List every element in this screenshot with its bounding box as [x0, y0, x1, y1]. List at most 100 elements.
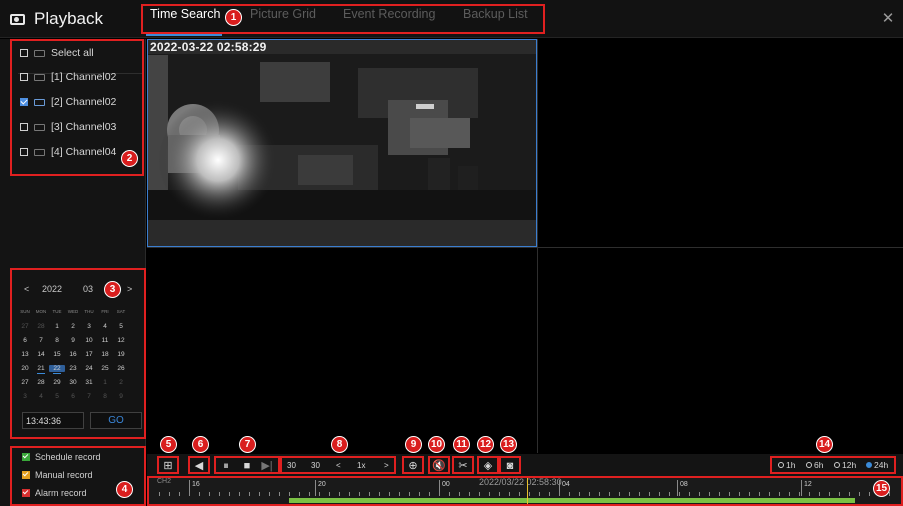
clip-button[interactable]: ✂ — [452, 456, 474, 474]
calendar-day[interactable]: 13 — [17, 351, 33, 358]
calendar-day[interactable]: 20 — [17, 365, 33, 372]
calendar-day[interactable]: 6 — [17, 337, 33, 344]
channel-item[interactable]: [2] Channel02 — [20, 94, 116, 110]
snapshot-button[interactable]: ◙ — [499, 456, 521, 474]
tab-picture-grid[interactable]: Picture Grid — [250, 7, 316, 21]
calendar-day[interactable]: 23 — [65, 365, 81, 372]
calendar-day[interactable]: 9 — [65, 337, 81, 344]
zoom-option-12h[interactable]: 12h — [834, 460, 856, 470]
timeline-major-tick — [801, 480, 802, 496]
calendar-prev-button[interactable]: < — [24, 284, 29, 294]
calendar-day[interactable]: 21 — [33, 365, 49, 374]
calendar-day[interactable]: 30 — [65, 379, 81, 386]
calendar-day[interactable]: 16 — [65, 351, 81, 358]
tab-time-search[interactable]: Time Search — [150, 7, 220, 21]
select-all-row[interactable]: Select all — [20, 45, 94, 61]
record-type-item[interactable]: Schedule record — [22, 450, 101, 463]
calendar-day[interactable]: 28 — [33, 379, 49, 386]
video-cell-1[interactable]: 2022-03-22 02:58:29 — [147, 39, 537, 247]
zoom-option-1h[interactable]: 1h — [778, 460, 795, 470]
calendar-day[interactable]: 7 — [33, 337, 49, 344]
record-type-item[interactable]: Manual record — [22, 468, 93, 481]
calendar-day[interactable]: 12 — [113, 337, 129, 344]
calendar-day[interactable]: 4 — [33, 393, 49, 400]
calendar-day[interactable]: 2 — [113, 379, 129, 386]
timeline-minor-tick — [579, 492, 580, 496]
audio-button[interactable]: 🔇 — [428, 456, 450, 474]
calendar-month[interactable]: 03 — [83, 284, 93, 294]
timeline-minor-tick — [619, 492, 620, 496]
calendar-day[interactable]: 3 — [17, 393, 33, 400]
calendar-day[interactable]: 15 — [49, 351, 65, 358]
calendar-day[interactable]: 8 — [97, 393, 113, 400]
calendar-day[interactable]: 9 — [113, 393, 129, 400]
calendar-year[interactable]: 2022 — [42, 284, 62, 294]
channel-item[interactable]: [3] Channel03 — [20, 119, 116, 135]
calendar-day[interactable]: 29 — [49, 379, 65, 386]
callout-badge: 6 — [192, 436, 209, 453]
calendar-day[interactable]: 10 — [81, 337, 97, 344]
tab-backup-list[interactable]: Backup List — [463, 7, 528, 21]
tab-event-recording[interactable]: Event Recording — [343, 7, 435, 21]
go-button[interactable]: GO — [90, 412, 142, 429]
calendar-day[interactable]: 18 — [97, 351, 113, 358]
calendar-day[interactable]: 25 — [97, 365, 113, 372]
schedule-record-checkbox[interactable] — [22, 452, 30, 461]
calendar-day[interactable]: 2 — [65, 323, 81, 330]
calendar-day[interactable]: 6 — [65, 393, 81, 400]
pause-icon[interactable]: ⏸ — [218, 459, 234, 473]
zoom-option-6h[interactable]: 6h — [806, 460, 823, 470]
callout-badge: 5 — [160, 436, 177, 453]
alarm-record-checkbox[interactable] — [22, 488, 30, 497]
calendar-day[interactable]: 1 — [49, 323, 65, 330]
calendar-day[interactable]: 11 — [97, 337, 113, 344]
stop-icon[interactable]: ■ — [240, 459, 254, 473]
channel-checkbox[interactable] — [20, 123, 28, 131]
channel-checkbox[interactable] — [20, 98, 28, 106]
channel-item[interactable]: [4] Channel04 — [20, 144, 116, 160]
calendar-day[interactable]: 26 — [113, 365, 129, 372]
select-all-checkbox[interactable] — [20, 49, 28, 57]
calendar-weekday: MON — [35, 309, 47, 314]
rewind-30s-button[interactable]: 30 — [287, 461, 296, 470]
calendar-next-button[interactable]: > — [127, 284, 132, 294]
speed-prev-button[interactable]: < — [336, 461, 341, 470]
calendar-day[interactable]: 8 — [49, 337, 65, 344]
time-input[interactable]: 13:43:36 — [22, 412, 84, 429]
timeline-minor-tick — [369, 492, 370, 496]
close-icon[interactable]: ✕ — [881, 11, 895, 26]
digital-zoom-button[interactable]: ⊕ — [402, 456, 424, 474]
zoom-option-24h[interactable]: 24h — [866, 460, 888, 470]
calendar-day[interactable]: 17 — [81, 351, 97, 358]
calendar-day[interactable]: 7 — [81, 393, 97, 400]
calendar-day[interactable]: 19 — [113, 351, 129, 358]
manual-record-checkbox[interactable] — [22, 470, 30, 479]
channel-item[interactable]: [1] Channel02 — [20, 69, 116, 85]
next-frame-icon[interactable]: ▶| — [260, 459, 274, 473]
split-screen-button[interactable]: ⊞ — [157, 456, 179, 474]
channel-label: [1] Channel02 — [51, 71, 117, 83]
calendar-day[interactable]: 31 — [81, 379, 97, 386]
speed-next-button[interactable]: > — [384, 461, 389, 470]
timeline-minor-tick — [359, 492, 360, 496]
calendar-day[interactable]: 5 — [49, 393, 65, 400]
calendar-day[interactable]: 24 — [81, 365, 97, 372]
timeline-minor-tick — [799, 492, 800, 496]
calendar-day[interactable]: 1 — [97, 379, 113, 386]
timeline[interactable]: CH2 2022/03/22 02:58:30 16 20 00 04 08 12 — [147, 476, 903, 506]
calendar-day[interactable]: 28 — [33, 323, 49, 330]
calendar-day[interactable]: 3 — [81, 323, 97, 330]
calendar-day[interactable]: 27 — [17, 379, 33, 386]
reverse-play-button[interactable]: ◀ — [188, 456, 210, 474]
timeline-cursor[interactable] — [527, 478, 528, 504]
calendar-day[interactable]: 14 — [33, 351, 49, 358]
channel-checkbox[interactable] — [20, 73, 28, 81]
record-type-item[interactable]: Alarm record — [22, 486, 87, 499]
layers-button[interactable]: ◈ — [477, 456, 499, 474]
calendar-day[interactable]: 4 — [97, 323, 113, 330]
forward-30s-button[interactable]: 30 — [311, 461, 320, 470]
calendar-day[interactable]: 27 — [17, 323, 33, 330]
channel-checkbox[interactable] — [20, 148, 28, 156]
calendar-day[interactable]: 22 — [49, 365, 65, 374]
calendar-day[interactable]: 5 — [113, 323, 129, 330]
